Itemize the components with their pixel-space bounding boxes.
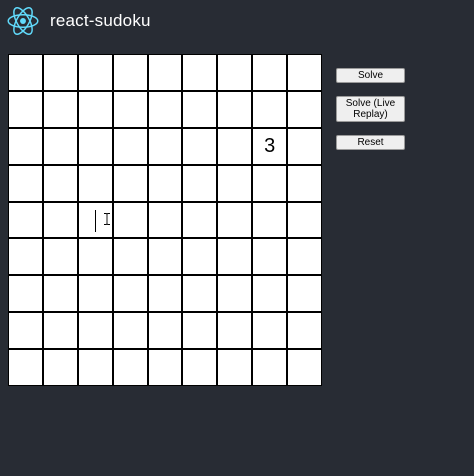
sudoku-cell[interactable] [113,313,147,349]
sudoku-cell[interactable] [288,91,321,127]
sudoku-cell[interactable] [183,128,217,164]
reset-button[interactable]: Reset [336,135,405,150]
sudoku-cell[interactable] [288,165,321,201]
sudoku-cell[interactable] [288,313,321,349]
sudoku-cell[interactable] [43,276,77,312]
sudoku-cell[interactable] [253,313,287,349]
sudoku-cell[interactable] [148,350,182,385]
sudoku-cell[interactable] [78,55,112,90]
sudoku-cell[interactable] [253,239,287,275]
sudoku-cell[interactable] [148,313,182,349]
sudoku-cell[interactable] [148,91,182,127]
solve-live-replay-button[interactable]: Solve (Live Replay) [336,96,405,122]
sudoku-cell[interactable] [183,165,217,201]
sudoku-cell[interactable] [113,239,147,275]
sudoku-cell[interactable] [9,165,42,201]
sudoku-cell[interactable] [43,128,77,164]
sudoku-cell[interactable] [218,239,252,275]
react-logo-icon [7,7,39,35]
sudoku-cell[interactable] [43,202,77,238]
text-caret [94,209,96,232]
sudoku-cell[interactable] [78,202,112,238]
sudoku-cell[interactable] [183,202,217,238]
sudoku-cell[interactable] [288,55,321,90]
sudoku-cell[interactable] [9,91,42,127]
sudoku-cell[interactable] [113,91,147,127]
sudoku-cell[interactable] [183,276,217,312]
sudoku-cell[interactable] [78,128,112,164]
app-title: react-sudoku [50,11,151,30]
sudoku-cell[interactable] [288,239,321,275]
sudoku-cell[interactable] [218,276,252,312]
sudoku-cell[interactable] [43,165,77,201]
sudoku-cell[interactable] [43,313,77,349]
sudoku-cell[interactable] [78,313,112,349]
sudoku-cell[interactable] [78,91,112,127]
app-header: react-sudoku [6,4,151,38]
sudoku-cell[interactable] [288,128,321,164]
sudoku-cell[interactable]: 3 [253,128,287,164]
sudoku-cell[interactable] [78,165,112,201]
sudoku-cell[interactable] [113,128,147,164]
sudoku-cell[interactable] [253,91,287,127]
sudoku-cell[interactable] [113,55,147,90]
sudoku-cell[interactable] [113,276,147,312]
sudoku-cell[interactable] [218,165,252,201]
sudoku-cell[interactable] [43,350,77,385]
sudoku-cell[interactable] [253,55,287,90]
sudoku-board: 3 [8,54,322,386]
sudoku-cell[interactable] [253,350,287,385]
sudoku-cell[interactable] [148,165,182,201]
sudoku-cell[interactable] [183,313,217,349]
sudoku-cell[interactable] [148,128,182,164]
sudoku-cell[interactable] [148,202,182,238]
sudoku-cell[interactable] [218,313,252,349]
sudoku-cell[interactable] [148,239,182,275]
sudoku-cell[interactable] [288,276,321,312]
sudoku-cell[interactable] [148,276,182,312]
text-cursor-icon [103,212,110,225]
sudoku-cell[interactable] [218,128,252,164]
sudoku-cell[interactable] [253,276,287,312]
sudoku-cell[interactable] [9,313,42,349]
sudoku-cell[interactable] [9,128,42,164]
sudoku-cell[interactable] [218,350,252,385]
sudoku-cell[interactable] [218,55,252,90]
sudoku-cell[interactable] [43,239,77,275]
sudoku-cell[interactable] [288,202,321,238]
sudoku-cell[interactable] [183,55,217,90]
sudoku-cell[interactable] [253,165,287,201]
sudoku-cell[interactable] [9,55,42,90]
sudoku-cell[interactable] [78,239,112,275]
sudoku-cell[interactable] [288,350,321,385]
sudoku-cell[interactable] [253,202,287,238]
sudoku-cell[interactable] [9,350,42,385]
sudoku-cell[interactable] [218,91,252,127]
sudoku-cell[interactable] [148,55,182,90]
sudoku-cell[interactable] [113,350,147,385]
sudoku-cell[interactable] [9,202,42,238]
sudoku-cell[interactable] [78,350,112,385]
solve-button[interactable]: Solve [336,68,405,83]
sudoku-cell[interactable] [9,239,42,275]
sudoku-cell[interactable] [218,202,252,238]
sudoku-cell[interactable] [113,165,147,201]
sudoku-cell[interactable] [183,91,217,127]
sudoku-cell[interactable] [183,350,217,385]
controls-panel: Solve Solve (Live Replay) Reset [336,68,406,150]
sudoku-cell[interactable] [43,91,77,127]
sudoku-cell[interactable] [183,239,217,275]
sudoku-cell[interactable] [43,55,77,90]
sudoku-cell[interactable] [9,276,42,312]
sudoku-cell[interactable] [113,202,147,238]
sudoku-cell[interactable] [78,276,112,312]
